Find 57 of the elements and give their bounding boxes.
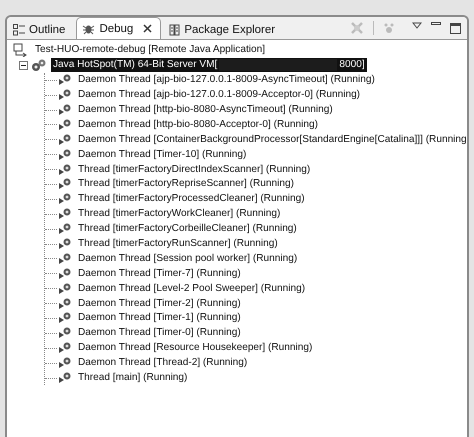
thread-label[interactable]: Daemon Thread [Timer-10] (Running) [76, 148, 248, 162]
thread-icon [58, 372, 72, 384]
thread-icon [58, 327, 72, 340]
thread-label[interactable]: Thread [timerFactoryWorkCleaner] (Running) [76, 207, 282, 222]
thread-label[interactable]: Thread [timerFactoryCorbeilleCleaner] (Running) [76, 222, 299, 236]
thread-label[interactable]: Thread [timerFactoryDirectIndexScanner] (Running) [76, 162, 312, 177]
thread-label[interactable]: Daemon Thread [ajp-bio-127.0.0.1-8009-Acceptor-0] (Running) [76, 88, 362, 102]
thread-label[interactable]: Thread [main] (Running) [76, 371, 190, 386]
view-tab[interactable]: Debug [76, 17, 162, 39]
minimize-icon[interactable] [431, 22, 441, 26]
thread-label[interactable]: Daemon Thread [Timer-1] (Running) [76, 311, 243, 326]
thread-icon [58, 208, 72, 220]
thread-icon [58, 268, 72, 280]
thread-label[interactable]: Thread [timerFactoryRunScanner] (Running) [76, 237, 280, 252]
bug-icon [82, 22, 96, 34]
thread-icon [58, 74, 72, 86]
collapse-icon[interactable] [19, 60, 28, 70]
thread-label[interactable]: Daemon Thread [http-bio-8080-Acceptor-0] (Running) [76, 118, 320, 132]
thread-label[interactable]: Thread [timerFactoryRepriseScanner] (Running) [76, 177, 296, 192]
close-icon[interactable] [143, 24, 152, 33]
thread-label[interactable]: Daemon Thread [ContainerBackgroundProcessor[StandardEngine[Catalina]]] (Running [76, 132, 467, 147]
launch-label[interactable]: Test-HUO-remote-debug [Remote Java Application] [33, 43, 268, 58]
thread-label[interactable]: Daemon Thread [Level-2 Pool Sweeper] (Running) [76, 282, 308, 296]
thread-icon [58, 104, 72, 116]
vm-gears-icon [31, 58, 47, 72]
thread-label[interactable]: Daemon Thread [Timer-2] (Running) [76, 296, 243, 311]
thread-icon [58, 178, 72, 190]
view-menu-icon[interactable] [412, 22, 422, 28]
thread-icon [58, 298, 72, 310]
thread-icon [58, 252, 72, 265]
thread-icon [58, 118, 72, 131]
thread-icon [58, 238, 72, 250]
thread-icon [58, 282, 72, 295]
thread-icon [58, 134, 72, 146]
thread-label[interactable]: Daemon Thread [Session pool worker] (Running) [76, 252, 300, 266]
thread-label[interactable]: Daemon Thread [Timer-0] (Running) [76, 326, 243, 340]
remote-launch-icon [13, 43, 29, 58]
thread-label[interactable]: Daemon Thread [Resource Housekeeper] (Running) [76, 341, 314, 356]
thread-icon [58, 357, 72, 370]
thread-icon [58, 342, 72, 354]
view-tab[interactable]: Package Explorer [163, 19, 284, 39]
package-icon [169, 24, 180, 36]
thread-icon [58, 193, 72, 206]
thread-label[interactable]: Thread [timerFactoryProcessedCleaner] (Running) [76, 192, 307, 206]
vm-label[interactable]: Java HotSpot(TM) 64-Bit Server VM[ 8000] [51, 58, 367, 72]
thread-label[interactable]: Daemon Thread [ajp-bio-127.0.0.1-8009-AsyncTimeout] (Running) [76, 73, 377, 88]
thread-icon [58, 223, 72, 236]
thread-icon [58, 148, 72, 161]
thread-label[interactable]: Daemon Thread [Timer-7] (Running) [76, 266, 243, 281]
outline-icon [13, 24, 25, 36]
thread-icon [58, 89, 72, 102]
thread-label[interactable]: Daemon Thread [Thread-2] (Running) [76, 356, 250, 370]
thread-icon [58, 312, 72, 324]
thread-icon [58, 164, 72, 176]
maximize-icon[interactable] [450, 22, 461, 34]
view-tab[interactable]: Outline [7, 19, 74, 39]
thread-label[interactable]: Daemon Thread [http-bio-8080-AsyncTimeout] (Running) [76, 103, 335, 117]
